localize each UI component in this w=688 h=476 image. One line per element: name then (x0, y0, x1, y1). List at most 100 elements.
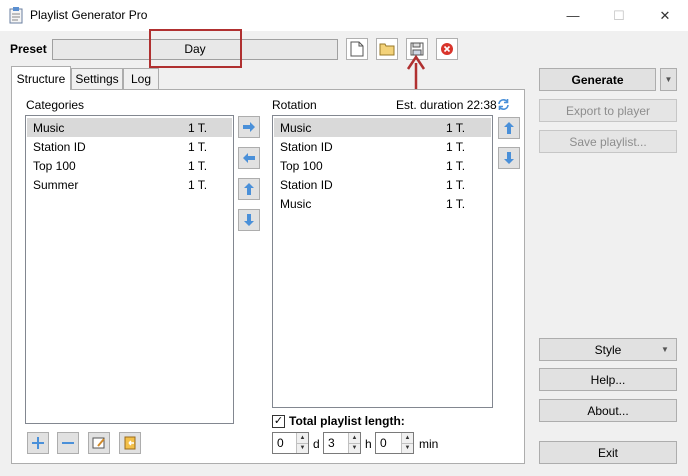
new-file-icon (350, 41, 364, 57)
refresh-icon[interactable] (497, 98, 510, 114)
arrow-right-icon (243, 122, 255, 132)
help-button[interactable]: Help... (539, 368, 677, 391)
export-to-player-button[interactable]: Export to player (539, 99, 677, 122)
rotation-move-down-button[interactable] (498, 147, 520, 169)
list-item[interactable]: Station ID 1 T. (274, 137, 491, 156)
chevron-down-icon: ▼ (661, 345, 669, 354)
rotation-item-name: Music (280, 196, 312, 211)
hours-spinbox[interactable]: 3 ▲ ▼ (323, 432, 361, 454)
category-move-down-button[interactable] (238, 209, 260, 231)
plus-icon (32, 437, 44, 449)
import-icon (124, 436, 136, 450)
hours-unit: h (365, 437, 372, 451)
category-name: Station ID (33, 139, 86, 154)
rotation-list[interactable]: Music 1 T. Station ID 1 T. Top 100 1 T. … (272, 115, 493, 408)
days-spinbox[interactable]: 0 ▲ ▼ (272, 432, 309, 454)
category-count: 1 T. (188, 177, 208, 192)
categories-label: Categories (26, 98, 85, 112)
rotation-item-count: 1 T. (446, 177, 466, 192)
chevron-down-icon: ▼ (664, 75, 673, 84)
minus-icon (62, 442, 74, 444)
style-button[interactable]: Style (539, 338, 677, 361)
minimize-button[interactable]: — (550, 0, 596, 31)
list-item[interactable]: Station ID 1 T. (274, 175, 491, 194)
add-category-button[interactable] (27, 432, 49, 454)
spin-down-icon[interactable]: ▼ (349, 443, 360, 453)
new-preset-button[interactable] (346, 38, 368, 60)
remove-category-button[interactable] (57, 432, 79, 454)
delete-icon (441, 43, 453, 55)
category-count: 1 T. (188, 139, 208, 154)
arrow-up-icon (504, 122, 514, 134)
close-icon: ✕ (659, 7, 671, 23)
remove-from-rotation-button[interactable] (238, 147, 260, 169)
minutes-unit: min (419, 437, 439, 451)
list-item[interactable]: Top 100 1 T. (274, 156, 491, 175)
save-playlist-button[interactable]: Save playlist... (539, 130, 677, 153)
folder-icon (379, 43, 395, 56)
days-unit: d (313, 437, 320, 451)
generate-button[interactable]: Generate (539, 68, 656, 91)
rotation-item-name: Station ID (280, 177, 333, 192)
list-item[interactable]: Music 1 T. (27, 118, 232, 137)
rotation-item-count: 1 T. (446, 196, 466, 211)
import-category-button[interactable] (119, 432, 141, 454)
spin-up-icon[interactable]: ▲ (297, 433, 308, 444)
checkmark-icon: ✓ (273, 415, 284, 427)
add-to-rotation-button[interactable] (238, 116, 260, 138)
rotation-item-name: Music (280, 120, 312, 135)
rotation-item-count: 1 T. (446, 120, 466, 135)
arrow-down-icon (504, 152, 514, 164)
preset-label: Preset (10, 42, 47, 56)
close-button[interactable]: ✕ (642, 0, 688, 31)
arrow-up-icon (244, 183, 254, 195)
arrow-left-icon (243, 153, 255, 163)
hours-value: 3 (328, 436, 335, 450)
list-item[interactable]: Station ID 1 T. (27, 137, 232, 156)
total-length-label: Total playlist length: (289, 414, 405, 428)
category-name: Top 100 (33, 158, 76, 173)
category-name: Summer (33, 177, 79, 192)
rotation-label: Rotation (272, 98, 317, 112)
list-item[interactable]: Music 1 T. (274, 118, 491, 137)
category-count: 1 T. (188, 120, 208, 135)
rotation-item-name: Station ID (280, 139, 333, 154)
spin-up-icon[interactable]: ▲ (402, 433, 413, 444)
annotation-highlight-box (149, 29, 242, 68)
spin-down-icon[interactable]: ▼ (402, 443, 413, 453)
edit-icon (92, 437, 105, 449)
rotation-item-name: Top 100 (280, 158, 323, 173)
delete-preset-button[interactable] (436, 38, 458, 60)
edit-category-button[interactable] (88, 432, 110, 454)
total-length-checkbox[interactable]: ✓ (272, 415, 285, 428)
open-preset-button[interactable] (376, 38, 398, 60)
save-icon (410, 42, 424, 56)
category-move-up-button[interactable] (238, 178, 260, 200)
spin-down-icon[interactable]: ▼ (297, 443, 308, 453)
rotation-move-up-button[interactable] (498, 117, 520, 139)
list-item[interactable]: Top 100 1 T. (27, 156, 232, 175)
about-button[interactable]: About... (539, 399, 677, 422)
generate-dropdown-button[interactable]: ▼ (660, 68, 677, 91)
categories-list[interactable]: Music 1 T. Station ID 1 T. Top 100 1 T. … (25, 115, 234, 424)
category-count: 1 T. (188, 158, 208, 173)
maximize-button[interactable]: ☐ (596, 0, 642, 31)
window-title: Playlist Generator Pro (30, 8, 148, 22)
estimated-duration: Est. duration 22:38 (396, 98, 497, 112)
days-value: 0 (277, 436, 284, 450)
tab-log[interactable]: Log (123, 68, 159, 89)
maximize-icon: ☐ (613, 7, 625, 23)
category-name: Music (33, 120, 65, 135)
list-item[interactable]: Music 1 T. (274, 194, 491, 213)
rotation-item-count: 1 T. (446, 139, 466, 154)
exit-button[interactable]: Exit (539, 441, 677, 464)
app-icon (9, 7, 23, 24)
arrow-down-icon (244, 214, 254, 226)
list-item[interactable]: Summer 1 T. (27, 175, 232, 194)
tab-structure[interactable]: Structure (11, 66, 71, 90)
rotation-item-count: 1 T. (446, 158, 466, 173)
tab-settings[interactable]: Settings (71, 68, 123, 89)
spin-up-icon[interactable]: ▲ (349, 433, 360, 444)
minimize-icon: — (566, 8, 580, 23)
minutes-spinbox[interactable]: 0 ▲ ▼ (375, 432, 414, 454)
